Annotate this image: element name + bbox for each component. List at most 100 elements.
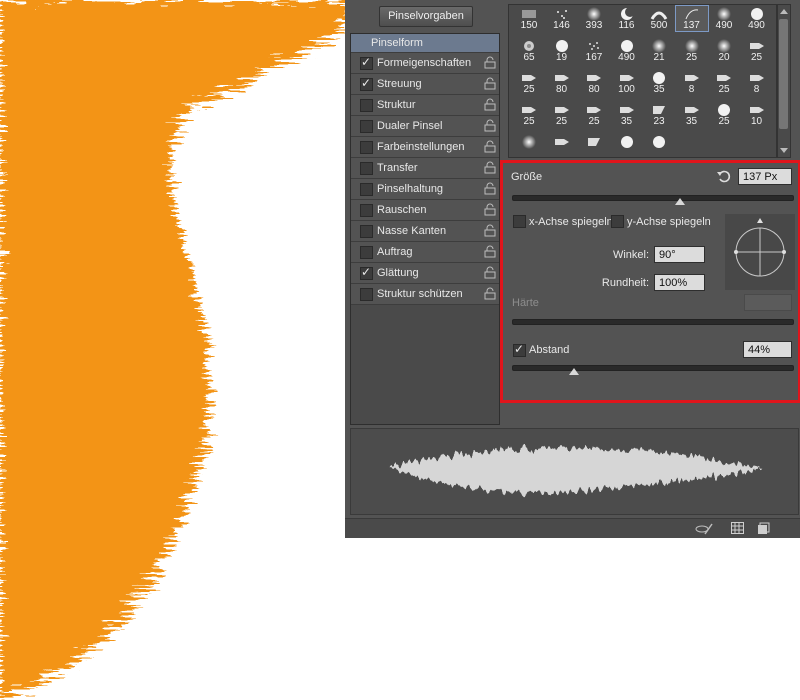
brush-tip-cell[interactable]: 25 — [513, 102, 545, 127]
lock-icon[interactable] — [484, 56, 496, 69]
size-slider-thumb[interactable] — [675, 198, 685, 205]
brush-tip-cell[interactable]: 150 — [513, 6, 545, 31]
brush-tip-cell[interactable]: 116 — [611, 6, 643, 31]
list-item[interactable]: Formeigenschaften — [351, 53, 499, 74]
brush-tip-cell[interactable]: 25 — [578, 102, 610, 127]
scroll-thumb[interactable] — [779, 19, 788, 129]
option-checkbox[interactable] — [360, 246, 373, 259]
brush-tip-cell[interactable]: 490 — [708, 6, 740, 31]
lock-icon[interactable] — [484, 224, 496, 237]
option-checkbox[interactable] — [360, 225, 373, 238]
list-item[interactable]: Auftrag — [351, 242, 499, 263]
brush-tip-cell[interactable]: 80 — [578, 70, 610, 95]
option-checkbox[interactable] — [360, 183, 373, 196]
brush-tip-cell[interactable]: 21 — [643, 38, 675, 63]
scroll-down-icon[interactable] — [780, 148, 788, 153]
brush-tip-cell[interactable]: 20 — [708, 38, 740, 63]
list-item-brush-tip-shape[interactable]: Pinselform — [351, 34, 499, 53]
brush-tip-cell[interactable] — [611, 134, 643, 157]
angle-roundness-widget[interactable] — [725, 214, 795, 290]
list-item[interactable]: Struktur — [351, 95, 499, 116]
lock-icon[interactable] — [484, 161, 496, 174]
spacing-slider-thumb[interactable] — [568, 368, 579, 375]
brush-tip-cell[interactable]: 23 — [643, 102, 675, 127]
brush-tip-cell[interactable]: 8 — [676, 70, 708, 95]
list-item[interactable]: Farbeinstellungen — [351, 137, 499, 158]
brush-tip-cell[interactable]: 25 — [708, 102, 740, 127]
brush-tip-cell[interactable]: 146 — [546, 6, 578, 31]
list-item[interactable]: Dualer Pinsel — [351, 116, 499, 137]
brush-tip-cell[interactable]: 490 — [741, 6, 773, 31]
angle-field[interactable]: 90° — [654, 246, 705, 263]
lock-icon[interactable] — [484, 98, 496, 111]
list-item[interactable]: Transfer — [351, 158, 499, 179]
flip-y-checkbox[interactable] — [611, 215, 624, 228]
brush-tip-icon — [546, 71, 578, 85]
brush-tip-size: 25 — [588, 116, 600, 127]
brush-tip-cell[interactable]: 167 — [578, 38, 610, 63]
brush-grid-scrollbar[interactable] — [777, 4, 791, 158]
eye-brush-icon[interactable] — [695, 522, 713, 536]
brush-tip-cell[interactable]: 25 — [708, 70, 740, 95]
list-item[interactable]: Nasse Kanten — [351, 221, 499, 242]
list-item[interactable]: Rauschen — [351, 200, 499, 221]
lock-icon[interactable] — [484, 182, 496, 195]
brush-tip-cell[interactable]: 25 — [676, 38, 708, 63]
lock-icon[interactable] — [484, 119, 496, 132]
brush-tip-cell[interactable] — [546, 134, 578, 157]
brush-tip-cell[interactable]: 35 — [611, 102, 643, 127]
brush-tip-cell[interactable]: 65 — [513, 38, 545, 63]
flip-x-checkbox[interactable] — [513, 215, 526, 228]
lock-icon[interactable] — [484, 266, 496, 279]
roundness-field[interactable]: 100% — [654, 274, 705, 291]
brush-tip-cell[interactable]: 35 — [643, 70, 675, 95]
spacing-slider-track[interactable] — [512, 365, 794, 371]
option-checkbox[interactable] — [360, 265, 373, 280]
option-checkbox[interactable] — [360, 99, 373, 112]
brush-tip-cell[interactable]: 80 — [546, 70, 578, 95]
spacing-checkbox[interactable] — [513, 342, 526, 357]
brush-tip-cell[interactable]: 137 — [674, 5, 709, 32]
list-item[interactable]: Pinselhaltung — [351, 179, 499, 200]
lock-icon[interactable] — [484, 140, 496, 153]
lock-icon[interactable] — [484, 203, 496, 216]
brush-tip-cell[interactable] — [643, 134, 675, 157]
option-checkbox[interactable] — [360, 120, 373, 133]
brush-tip-icon — [546, 7, 578, 21]
list-item[interactable]: Streuung — [351, 74, 499, 95]
reset-size-icon[interactable] — [716, 168, 731, 183]
brush-tip-cell[interactable]: 500 — [643, 6, 675, 31]
brush-tip-icon — [611, 103, 643, 117]
brush-tip-cell[interactable]: 10 — [741, 102, 773, 127]
brush-tip-cell[interactable] — [513, 134, 545, 157]
brush-presets-button[interactable]: Pinselvorgaben — [379, 6, 473, 27]
brush-tip-cell[interactable]: 35 — [676, 102, 708, 127]
size-field[interactable]: 137 Px — [738, 168, 792, 185]
option-checkbox[interactable] — [360, 162, 373, 175]
new-preset-icon[interactable] — [757, 522, 770, 535]
option-checkbox[interactable] — [360, 141, 373, 154]
lock-icon[interactable] — [484, 287, 496, 300]
list-item[interactable]: Struktur schützen — [351, 284, 499, 305]
option-checkbox[interactable] — [360, 288, 373, 301]
brush-tip-icon — [611, 135, 643, 149]
option-checkbox[interactable] — [360, 55, 373, 70]
brush-tip-cell[interactable]: 393 — [578, 6, 610, 31]
spacing-field[interactable]: 44% — [743, 341, 792, 358]
brush-tip-cell[interactable]: 100 — [611, 70, 643, 95]
brush-tip-cell[interactable]: 19 — [546, 38, 578, 63]
lock-icon[interactable] — [484, 77, 496, 90]
brush-tip-cell[interactable]: 8 — [741, 70, 773, 95]
size-slider-track[interactable] — [512, 195, 794, 201]
scroll-up-icon[interactable] — [780, 9, 788, 14]
grid-icon[interactable] — [731, 522, 744, 534]
brush-tip-cell[interactable]: 25 — [546, 102, 578, 127]
brush-tip-cell[interactable]: 25 — [513, 70, 545, 95]
option-checkbox[interactable] — [360, 204, 373, 217]
list-item[interactable]: Glättung — [351, 263, 499, 284]
lock-icon[interactable] — [484, 245, 496, 258]
brush-tip-cell[interactable]: 25 — [741, 38, 773, 63]
option-checkbox[interactable] — [360, 76, 373, 91]
brush-tip-cell[interactable]: 490 — [611, 38, 643, 63]
brush-tip-cell[interactable] — [578, 134, 610, 157]
